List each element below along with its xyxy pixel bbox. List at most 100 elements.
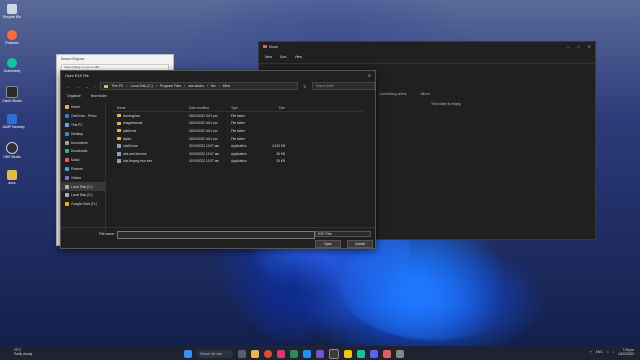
column-name[interactable]: Name bbox=[113, 106, 189, 110]
file-row[interactable]: platforms 18/10/2022 5:01 pm File folder bbox=[113, 127, 363, 135]
music-window-title: Music bbox=[269, 44, 279, 49]
app-icon[interactable] bbox=[344, 350, 352, 358]
file-row[interactable]: obs64.exe 02/10/2022 12:07 am Applicatio… bbox=[113, 142, 363, 150]
nav-label: Desktop bbox=[71, 131, 84, 136]
app-icon[interactable] bbox=[383, 350, 391, 358]
filetype-select[interactable]: EXE Files bbox=[315, 231, 371, 237]
desktop-icon-obs-studio[interactable]: OBS Studio bbox=[2, 142, 22, 159]
desktop-icon-camo-studio[interactable]: Camo Studio bbox=[2, 86, 22, 103]
nav-item-this-pc[interactable]: This PC bbox=[61, 121, 105, 130]
nav-item-local-disk-c[interactable]: Local Disk (C:) bbox=[61, 182, 105, 191]
dialog-title: Open EXE File bbox=[65, 73, 89, 78]
filename-input[interactable] bbox=[117, 231, 315, 239]
nav-item-local-disk-d[interactable]: Local Disk (D:) bbox=[61, 191, 105, 200]
file-row[interactable]: imageformats 18/10/2022 5:01 pm File fol… bbox=[113, 120, 363, 128]
drive-icon bbox=[65, 184, 69, 189]
desktop-icon-label: Grammarly bbox=[3, 69, 21, 73]
app-icon[interactable] bbox=[357, 350, 365, 358]
file-row[interactable]: obs-amf-test.exe 02/10/2022 12:07 am App… bbox=[113, 150, 363, 158]
wifi-icon[interactable]: ≈ bbox=[607, 350, 609, 354]
forward-arrow-icon[interactable]: → bbox=[76, 84, 80, 89]
column-size[interactable]: Size bbox=[265, 106, 285, 110]
language-indicator[interactable]: ENG bbox=[596, 350, 603, 354]
breadcrumb-item[interactable]: 64bit bbox=[223, 84, 230, 88]
file-name: imageformats bbox=[123, 121, 143, 126]
file-row[interactable]: styles 18/10/2022 5:01 pm File folder bbox=[113, 135, 363, 143]
close-icon[interactable]: ✕ bbox=[588, 44, 591, 49]
desktop-icon-label: JUMP Desktop bbox=[2, 125, 25, 129]
file-name: obs64.exe bbox=[123, 144, 138, 149]
windows-start-icon[interactable] bbox=[184, 350, 192, 358]
clock[interactable]: 7:18 pm 18/10/2022 bbox=[618, 348, 634, 356]
back-arrow-icon[interactable]: ← bbox=[67, 84, 71, 89]
column-date-modified[interactable]: Date modified bbox=[189, 106, 231, 110]
up-arrow-icon[interactable]: ↑ bbox=[93, 84, 95, 89]
home-icon bbox=[65, 105, 69, 110]
organize-button[interactable]: Organize bbox=[67, 94, 81, 98]
download-icon bbox=[65, 149, 69, 154]
nav-item-videos[interactable]: Videos bbox=[61, 173, 105, 182]
close-icon[interactable]: ✕ bbox=[368, 73, 371, 78]
new-folder-button[interactable]: New folder bbox=[91, 94, 107, 98]
breadcrumb-item[interactable]: This PC bbox=[111, 84, 123, 88]
file-row[interactable]: iconengines 18/10/2022 5:01 pm File fold… bbox=[113, 112, 363, 120]
discord-icon[interactable] bbox=[370, 350, 378, 358]
file-row[interactable]: obs-ffmpeg-mux.exe 02/10/2022 12:07 am A… bbox=[113, 158, 363, 166]
nav-item-desktop[interactable]: Desktop bbox=[61, 129, 105, 138]
desktop-icon-grammarly[interactable]: Grammarly bbox=[2, 58, 22, 73]
nav-item-documents[interactable]: Documents bbox=[61, 138, 105, 147]
chevron-down-icon[interactable]: ⌄ bbox=[85, 84, 88, 89]
breadcrumb-item[interactable]: obs-studio bbox=[188, 84, 204, 88]
new-button[interactable]: New bbox=[265, 55, 272, 59]
settings-icon[interactable] bbox=[396, 350, 404, 358]
nav-item-onedrive[interactable]: OneDrive - Perso bbox=[61, 112, 105, 121]
app-icon[interactable] bbox=[290, 350, 298, 358]
taskbar-search[interactable]: Search the web bbox=[197, 350, 233, 358]
file-explorer-icon[interactable] bbox=[251, 350, 259, 358]
desktop-icon-postman[interactable]: Postman bbox=[2, 30, 22, 45]
app-icon[interactable] bbox=[277, 350, 285, 358]
breadcrumb-item[interactable]: bin bbox=[211, 84, 216, 88]
open-button[interactable]: Open bbox=[315, 240, 341, 248]
column-album[interactable]: Album bbox=[421, 92, 430, 96]
refresh-icon[interactable]: ↻ bbox=[303, 84, 306, 89]
folder-icon bbox=[104, 84, 109, 88]
file-name: platforms bbox=[123, 128, 137, 133]
desktop-icon-recycle-bin[interactable]: Recycle Bin bbox=[2, 4, 22, 19]
breadcrumb-item[interactable]: Local Disk (C:) bbox=[131, 84, 153, 88]
column-type[interactable]: Type bbox=[231, 106, 265, 110]
minimize-icon[interactable]: – bbox=[567, 44, 569, 49]
desktop-icon-docs[interactable]: docs bbox=[2, 170, 22, 185]
view-button[interactable]: View bbox=[294, 55, 302, 59]
obs-icon[interactable] bbox=[329, 349, 339, 359]
task-view-icon[interactable] bbox=[238, 350, 246, 358]
weather-widget[interactable]: 22°C Partly cloudy bbox=[14, 348, 32, 356]
nav-item-downloads[interactable]: Downloads bbox=[61, 147, 105, 156]
maximize-icon[interactable]: □ bbox=[577, 44, 579, 49]
file-type: Application bbox=[231, 159, 247, 164]
cancel-button[interactable]: Cancel bbox=[347, 240, 373, 248]
chrome-icon[interactable] bbox=[264, 350, 272, 358]
sort-button[interactable]: Sort bbox=[280, 55, 286, 59]
chevron-up-icon[interactable]: ˄ bbox=[590, 350, 592, 354]
browser-tab[interactable]: Search Engines bbox=[57, 55, 173, 63]
nav-item-home[interactable]: Home bbox=[61, 103, 105, 112]
drive-icon bbox=[65, 193, 69, 198]
file-date: 18/10/2022 5:01 pm bbox=[189, 128, 218, 133]
window-controls: – □ ✕ bbox=[567, 44, 591, 49]
nav-item-music[interactable]: Music bbox=[61, 156, 105, 165]
nav-item-pictures[interactable]: Pictures bbox=[61, 165, 105, 174]
desktop-icon-jump-desktop[interactable]: JUMP Desktop bbox=[2, 114, 25, 129]
open-file-dialog[interactable]: Open EXE File ✕ ← → ⌄ ↑ This PC › Local D… bbox=[60, 70, 376, 249]
volume-icon[interactable]: ♪ bbox=[612, 350, 614, 354]
file-name: styles bbox=[123, 136, 132, 141]
breadcrumb-item[interactable]: Program Files bbox=[160, 84, 181, 88]
nav-item-google-drive[interactable]: Google Drive (G:) bbox=[61, 200, 105, 209]
edge-icon[interactable] bbox=[303, 350, 311, 358]
app-icon[interactable] bbox=[316, 350, 324, 358]
obs-icon bbox=[6, 142, 18, 154]
column-contributing-artists[interactable]: Contributing artists bbox=[379, 92, 407, 96]
file-type: File folder bbox=[231, 113, 245, 118]
search-input[interactable]: Search 64bit bbox=[311, 82, 375, 90]
address-bar[interactable]: This PC › Local Disk (C:) › Program Files ›… bbox=[100, 82, 299, 90]
